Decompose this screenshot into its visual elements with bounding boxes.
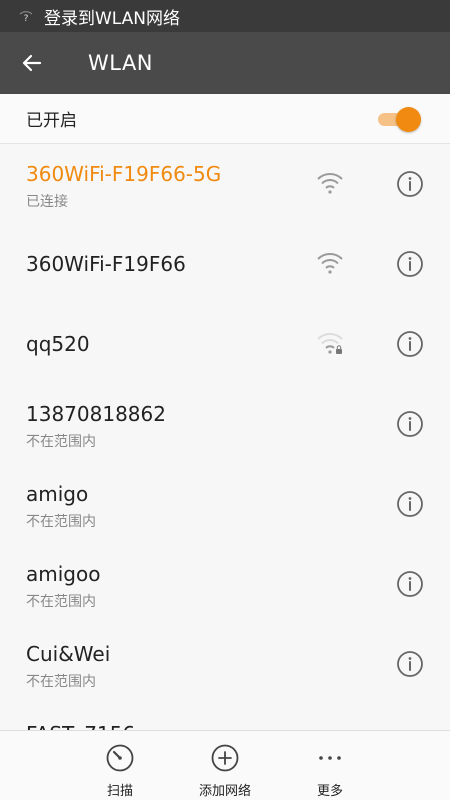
wifi-signal-weak-locked-icon [317, 333, 343, 354]
arrow-left-icon [22, 54, 42, 72]
network-name: 360WiFi-F19F66 [26, 252, 186, 276]
network-item[interactable]: qq520 [0, 305, 450, 385]
network-status: 已连接 [26, 194, 68, 210]
scan-button[interactable]: 扫描 [70, 731, 170, 800]
more-label: 更多 [316, 784, 343, 799]
info-icon[interactable] [396, 570, 424, 598]
info-icon[interactable] [396, 170, 424, 198]
add-circle-icon [211, 744, 239, 772]
wlan-toggle-switch[interactable] [376, 105, 424, 133]
wifi-signal-full-icon [317, 173, 343, 194]
network-status: 不在范围内 [26, 434, 96, 450]
scan-gauge-icon [106, 744, 134, 772]
network-item[interactable]: FAST_7156 [0, 705, 450, 730]
network-item[interactable]: amigoo 不在范围内 [0, 545, 450, 625]
network-name: amigo [26, 482, 89, 506]
more-dots-icon [319, 756, 341, 760]
network-item[interactable]: Cui&Wei 不在范围内 [0, 625, 450, 705]
wifi-question-icon: ? [19, 11, 33, 24]
svg-text:?: ? [24, 14, 29, 24]
info-icon[interactable] [396, 410, 424, 438]
switch-thumb [396, 106, 421, 132]
info-icon[interactable] [396, 330, 424, 358]
add-network-button[interactable]: 添加网络 [175, 731, 275, 800]
network-list: 360WiFi-F19F66-5G 已连接 360WiFi-F19F66 qq5… [0, 145, 450, 730]
network-name: qq520 [26, 332, 90, 356]
app-bar: WLAN [0, 32, 450, 94]
add-network-label: 添加网络 [198, 784, 251, 799]
status-bar: ? 登录到WLAN网络 [0, 0, 450, 32]
wlan-toggle-label: 已开启 [26, 111, 77, 131]
network-name: 13870818862 [26, 402, 166, 426]
network-item[interactable]: amigo 不在范围内 [0, 465, 450, 545]
info-icon[interactable] [396, 250, 424, 278]
network-status: 不在范围内 [26, 674, 96, 690]
network-name: Cui&Wei [26, 642, 111, 666]
wifi-signal-full-icon [317, 253, 343, 274]
more-button[interactable]: 更多 [280, 731, 380, 800]
network-name: FAST_7156 [26, 722, 135, 730]
network-name: 360WiFi-F19F66-5G [26, 162, 222, 186]
network-item[interactable]: 360WiFi-F19F66 [0, 225, 450, 305]
network-name: amigoo [26, 562, 101, 586]
page-title: WLAN [88, 51, 154, 75]
wlan-toggle-row[interactable]: 已开启 [0, 94, 450, 144]
scan-label: 扫描 [106, 784, 133, 799]
network-status: 不在范围内 [26, 594, 96, 610]
network-item[interactable]: 360WiFi-F19F66-5G 已连接 [0, 145, 450, 225]
network-item[interactable]: 13870818862 不在范围内 [0, 385, 450, 465]
network-status: 不在范围内 [26, 514, 96, 530]
bottom-action-bar: 扫描 添加网络 更多 [0, 730, 450, 800]
info-icon[interactable] [396, 650, 424, 678]
info-icon[interactable] [396, 490, 424, 518]
back-button[interactable] [0, 32, 64, 94]
notification-text: 登录到WLAN网络 [44, 8, 181, 29]
